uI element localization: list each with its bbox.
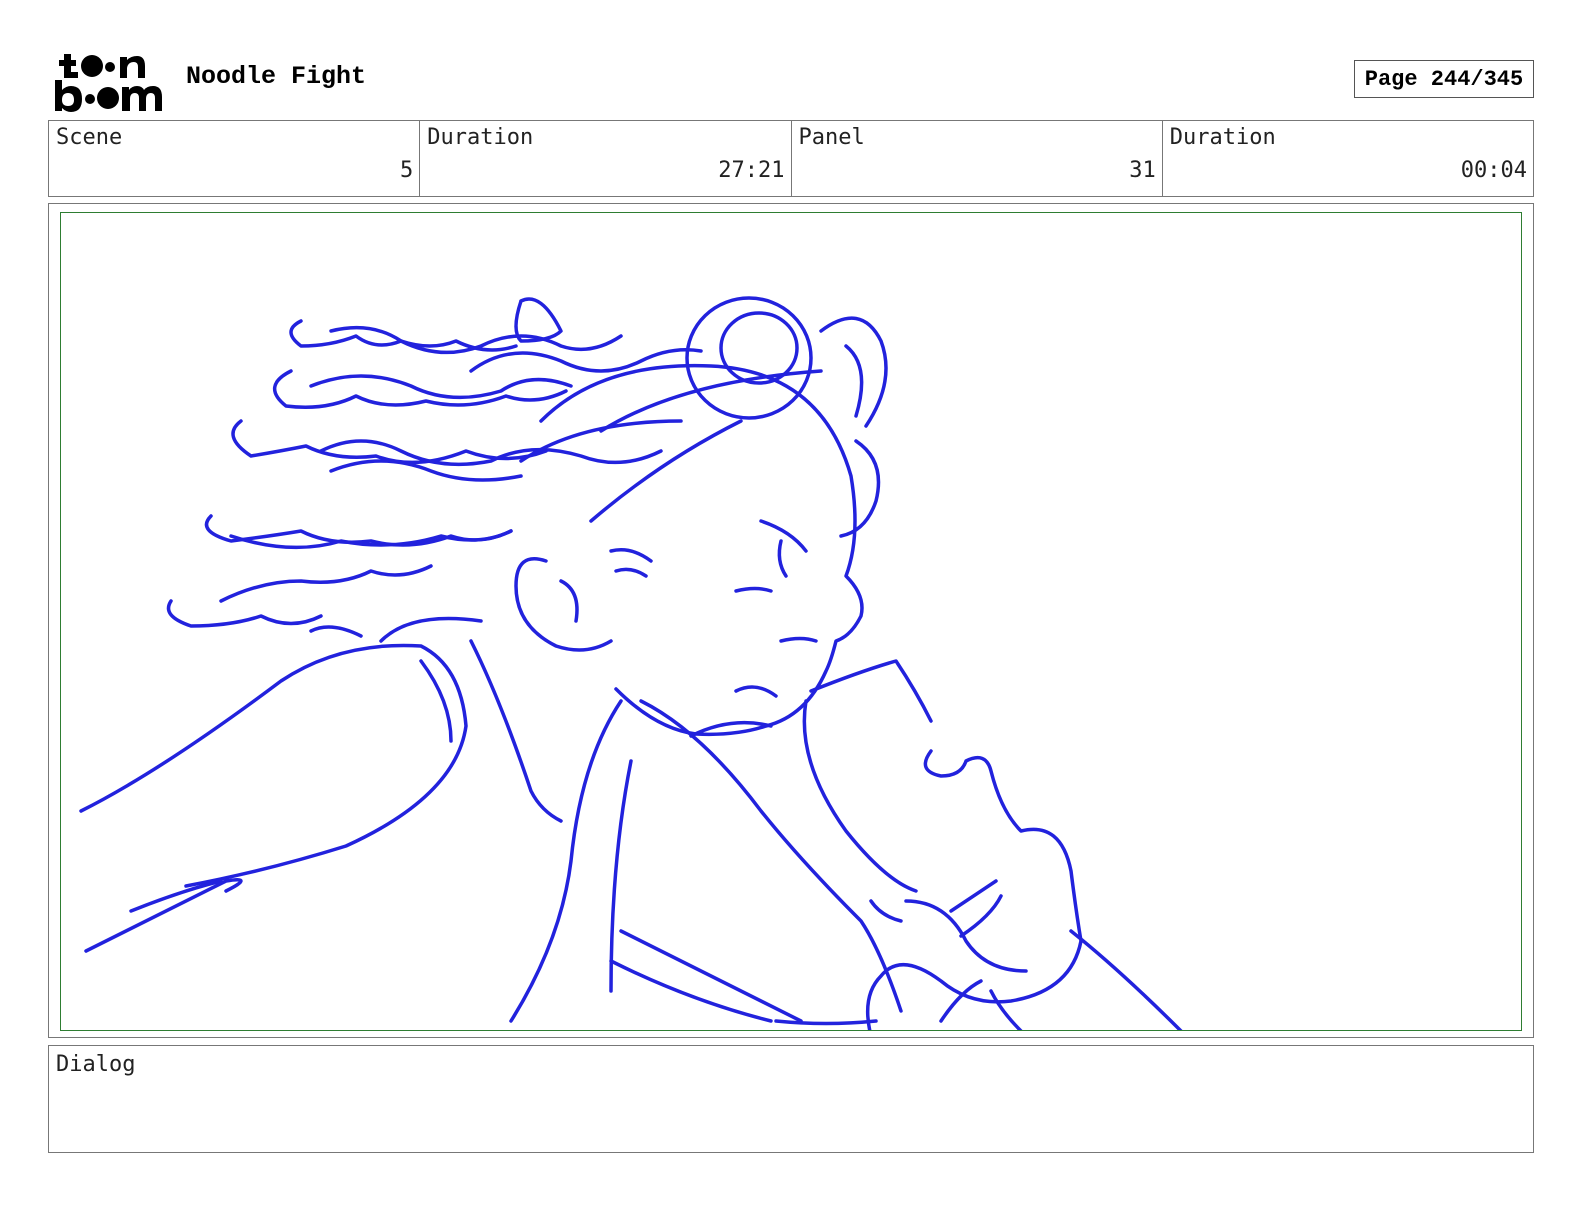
scene-duration-label: Duration <box>427 125 534 150</box>
dialog-label: Dialog <box>56 1052 136 1077</box>
scene-label: Scene <box>56 125 123 150</box>
page-number: Page 244/345 <box>1354 60 1534 98</box>
panel-label: Panel <box>798 125 865 150</box>
scene-info-table: Scene 5 Duration 27:21 Panel 31 Duration… <box>48 120 1534 197</box>
panel-cell: Panel 31 <box>792 121 1163 196</box>
storyboard-sketch <box>79 296 1183 1030</box>
panel-duration-cell: Duration 00:04 <box>1163 121 1533 196</box>
project-title: Noodle Fight <box>186 62 367 91</box>
scene-cell: Scene 5 <box>49 121 421 196</box>
panel-duration-value: 00:04 <box>1460 158 1527 183</box>
panel-value: 31 <box>1129 158 1156 183</box>
panel-safe-area <box>60 212 1522 1031</box>
scene-value: 5 <box>400 158 414 183</box>
toon-boom-logo-icon <box>50 50 166 112</box>
scene-duration-cell: Duration 27:21 <box>420 121 792 196</box>
scene-duration-value: 27:21 <box>718 158 785 183</box>
panel-duration-label: Duration <box>1169 125 1276 150</box>
dialog-box: Dialog <box>48 1045 1534 1153</box>
